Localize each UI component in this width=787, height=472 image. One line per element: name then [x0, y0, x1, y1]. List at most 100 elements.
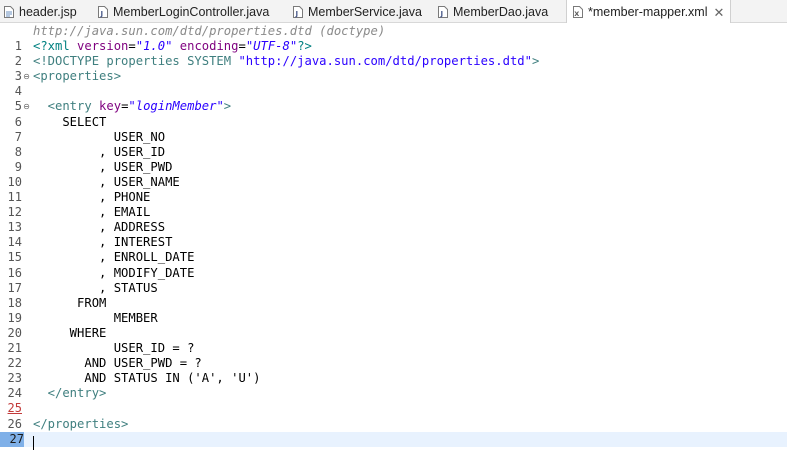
code-text: , ADDRESS	[33, 220, 166, 235]
code-text: , PHONE	[33, 190, 151, 204]
code-line: 17 , STATUS	[0, 281, 787, 296]
code-text: USER_ID = ?	[33, 341, 195, 355]
line-number: 11	[7, 190, 22, 204]
line-number: 10	[7, 174, 22, 189]
code-text: <?xml version="1.0" encoding="UTF-8"?>	[33, 39, 312, 54]
code-text: WHERE	[33, 325, 107, 340]
doctype-decl: <!DOCTYPE properties SYSTEM	[33, 54, 239, 69]
line-number: 25	[7, 401, 22, 416]
entry-open-tag: <entry	[33, 99, 100, 114]
line-number: 20	[7, 325, 22, 340]
doctype-hint: http://java.sun.com/dtd/properties.dtd (…	[33, 24, 386, 38]
properties-close-tag: </properties>	[33, 416, 129, 431]
line-number: 3	[14, 69, 22, 84]
line-number: 18	[7, 295, 22, 310]
code-text: , MODIFY_DATE	[33, 265, 195, 280]
code-line: 20 WHERE	[0, 326, 787, 341]
tag-close: >	[223, 99, 232, 114]
xml-declaration-open: <?xml	[33, 39, 78, 53]
code-line: 1 <?xml version="1.0" encoding="UTF-8"?>	[0, 39, 787, 54]
code-text: AND STATUS IN ('A', 'U')	[33, 371, 261, 386]
tab-header-jsp[interactable]: header.jsp	[4, 0, 77, 23]
code-line: 3 ⊖ <properties>	[0, 69, 787, 84]
code-line: 4	[0, 84, 787, 99]
code-line: 6 SELECT	[0, 115, 787, 130]
line-number: 5	[14, 99, 22, 114]
code-text: SELECT	[33, 114, 107, 129]
tab-member-service[interactable]: J MemberService.java	[293, 0, 422, 23]
code-line: 15 , ENROLL_DATE	[0, 250, 787, 265]
xml-source-editor[interactable]: http://java.sun.com/dtd/properties.dtd (…	[0, 23, 787, 472]
code-line: 11 , PHONE	[0, 190, 787, 205]
tab-member-mapper-xml[interactable]: X *member-mapper.xml ✕	[566, 0, 732, 24]
code-line: 14 , INTEREST	[0, 235, 787, 250]
line-number: 17	[7, 280, 22, 295]
equals: =	[128, 39, 136, 53]
code-text: , INTEREST	[33, 235, 173, 250]
code-line: 13 , ADDRESS	[0, 220, 787, 235]
editor-tab-bar: header.jsp J MemberLoginController.java …	[0, 0, 787, 24]
svg-text:J: J	[100, 10, 104, 18]
java-file-icon: J	[293, 5, 303, 18]
doctype-system-id: "http://java.sun.com/dtd/properties.dtd"	[238, 54, 532, 69]
line-number: 7	[14, 129, 22, 144]
line-number: 24	[7, 386, 22, 401]
doctype-close: >	[531, 54, 540, 69]
equals: =	[238, 39, 246, 53]
text-cursor	[33, 436, 34, 450]
entry-close-tag: </entry>	[33, 386, 107, 401]
xml-declaration-close: ?>	[297, 39, 312, 53]
code-line: 25	[0, 401, 787, 416]
close-tab-icon[interactable]: ✕	[713, 6, 724, 19]
line-number: 2	[14, 54, 22, 69]
attr-value: "loginMember"	[128, 99, 224, 114]
line-number: 12	[7, 205, 22, 220]
code-line: 18 FROM	[0, 296, 787, 311]
java-file-icon: J	[98, 5, 108, 18]
line-number: 26	[7, 416, 22, 431]
tab-member-login-controller[interactable]: J MemberLoginController.java	[98, 0, 269, 23]
code-line: 12 , EMAIL	[0, 205, 787, 220]
line-number: 1	[14, 39, 22, 53]
current-line-number: 27	[0, 431, 24, 447]
code-line: 7 USER_NO	[0, 130, 787, 145]
fold-collapse-icon[interactable]: ⊖	[22, 102, 31, 111]
line-number: 15	[7, 250, 22, 265]
java-file-icon: J	[438, 5, 448, 18]
attr-value: "1.0"	[135, 39, 173, 53]
attr-name: encoding	[172, 39, 239, 53]
code-line: 9 , USER_PWD	[0, 160, 787, 175]
tab-label: header.jsp	[19, 4, 77, 19]
code-line: 19 MEMBER	[0, 311, 787, 326]
code-line: 2 <!DOCTYPE properties SYSTEM "http://ja…	[0, 54, 787, 69]
line-number: 13	[7, 220, 22, 235]
svg-text:X: X	[574, 10, 579, 18]
line-number: 22	[7, 356, 22, 371]
code-text: , EMAIL	[33, 205, 151, 220]
tab-label: *member-mapper.xml	[588, 5, 708, 19]
tab-member-dao[interactable]: J MemberDao.java	[438, 0, 548, 23]
code-line: 21 USER_ID = ?	[0, 341, 787, 356]
code-text: AND USER_PWD = ?	[33, 356, 202, 371]
code-text: FROM	[33, 295, 107, 310]
attr-value: "UTF-8"	[245, 39, 298, 53]
line-number: 4	[14, 84, 22, 99]
svg-text:J: J	[440, 10, 444, 18]
line-number: 21	[7, 341, 22, 355]
code-line: 16 , MODIFY_DATE	[0, 266, 787, 281]
properties-open-tag: <properties>	[33, 69, 122, 84]
tab-label: MemberDao.java	[453, 4, 549, 19]
code-text: <entry key="loginMember">	[33, 99, 231, 114]
code-text: , USER_ID	[33, 144, 166, 159]
code-text: USER_NO	[33, 129, 166, 144]
line-number: 19	[7, 310, 22, 325]
line-number: 23	[7, 371, 22, 386]
code-line: 24 </entry>	[0, 386, 787, 401]
tab-label: MemberService.java	[308, 4, 422, 19]
code-text: MEMBER	[33, 310, 158, 325]
fold-collapse-icon[interactable]: ⊖	[22, 72, 31, 81]
code-line: 5 ⊖ <entry key="loginMember">	[0, 99, 787, 114]
code-line: 8 , USER_ID	[0, 145, 787, 160]
current-line-highlight: 27	[0, 431, 787, 447]
svg-text:J: J	[295, 10, 299, 18]
